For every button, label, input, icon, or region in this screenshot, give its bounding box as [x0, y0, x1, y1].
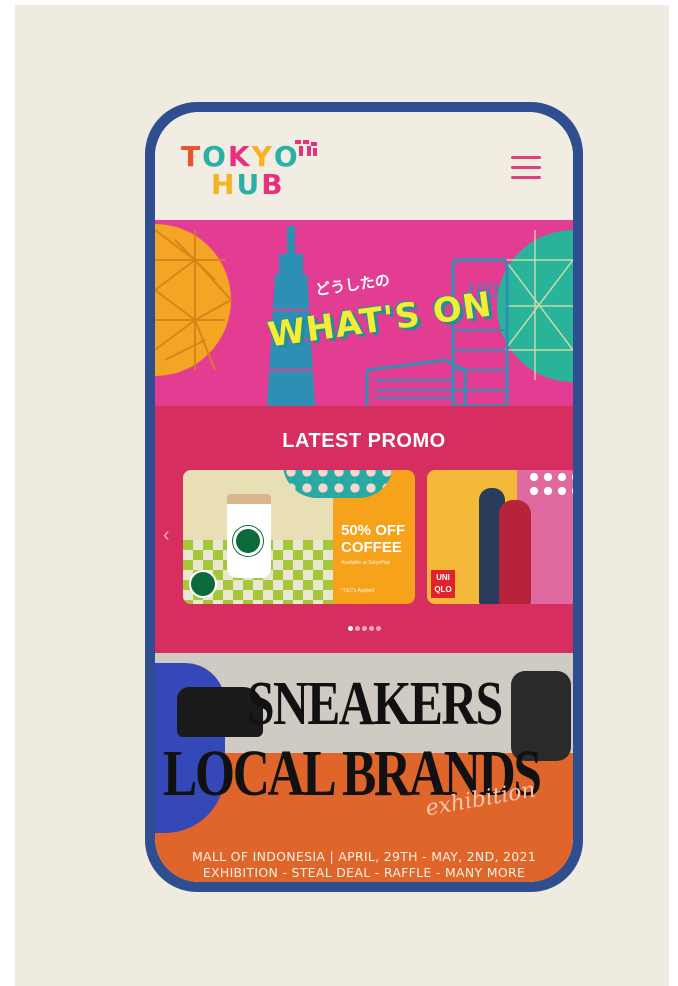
- logo-word-hub: HUB: [211, 168, 285, 201]
- promo-card-starbucks[interactable]: 50% OFF COFFEE Available at TokyoHub *T&…: [183, 470, 415, 604]
- tokyo-hub-logo[interactable]: TOKYO HUB: [181, 138, 331, 202]
- model-image: [499, 500, 531, 604]
- promo-section-title: LATEST PROMO: [282, 430, 446, 452]
- carousel-pagination: [155, 618, 573, 636]
- menu-bar: [511, 156, 541, 159]
- hamburger-menu-button[interactable]: [511, 156, 543, 182]
- carousel-dot[interactable]: [375, 626, 381, 631]
- carousel-dot[interactable]: [354, 626, 360, 631]
- promo-offer-tnc: *T&C's Applied: [341, 588, 375, 594]
- menu-bar: [511, 176, 541, 179]
- promo-offer-subtext: Available at TokyoHub: [341, 560, 391, 566]
- carousel-dot[interactable]: [361, 626, 367, 631]
- app-header: TOKYO HUB: [155, 112, 573, 220]
- latest-promo-section: LATEST PROMO ‹ 50% OFF COFFEE Available …: [155, 406, 573, 653]
- carousel-dot[interactable]: [368, 626, 374, 631]
- starbucks-logo-icon: [189, 570, 217, 598]
- event-details: MALL OF INDONESIA | APRIL, 29TH - MAY, 2…: [155, 849, 573, 881]
- promo-card-uniqlo[interactable]: UNI QLO: [427, 470, 573, 604]
- coffee-cup-image: [227, 494, 271, 578]
- menu-bar: [511, 166, 541, 169]
- uniqlo-logo-icon: UNI QLO: [431, 570, 455, 598]
- event-activities: EXHIBITION - STEAL DEAL - RAFFLE - MANY …: [202, 865, 526, 880]
- phone-frame: TOKYO HUB 100 どうしたの WHAT'S ON LATEST PRO…: [145, 102, 583, 892]
- whats-on-banner[interactable]: 100 どうしたの WHAT'S ON: [155, 220, 573, 406]
- page-background: TOKYO HUB 100 どうしたの WHAT'S ON LATEST PRO…: [15, 5, 669, 986]
- event-title-sneakers: SNEAKERS: [247, 670, 503, 738]
- carousel-dot[interactable]: [347, 626, 353, 631]
- polka-dot-decoration: [527, 470, 573, 500]
- promo-offer-headline: 50% OFF COFFEE: [341, 522, 406, 556]
- sneakers-event-banner[interactable]: SNEAKERS LOCAL BRANDS exhibition MALL OF…: [155, 653, 573, 882]
- app-screen: TOKYO HUB 100 どうしたの WHAT'S ON LATEST PRO…: [155, 112, 573, 882]
- logo-mark-icon: [295, 140, 317, 156]
- event-date-location: MALL OF INDONESIA | APRIL, 29TH - MAY, 2…: [191, 849, 537, 864]
- carousel-prev-arrow-icon[interactable]: ‹: [163, 524, 170, 547]
